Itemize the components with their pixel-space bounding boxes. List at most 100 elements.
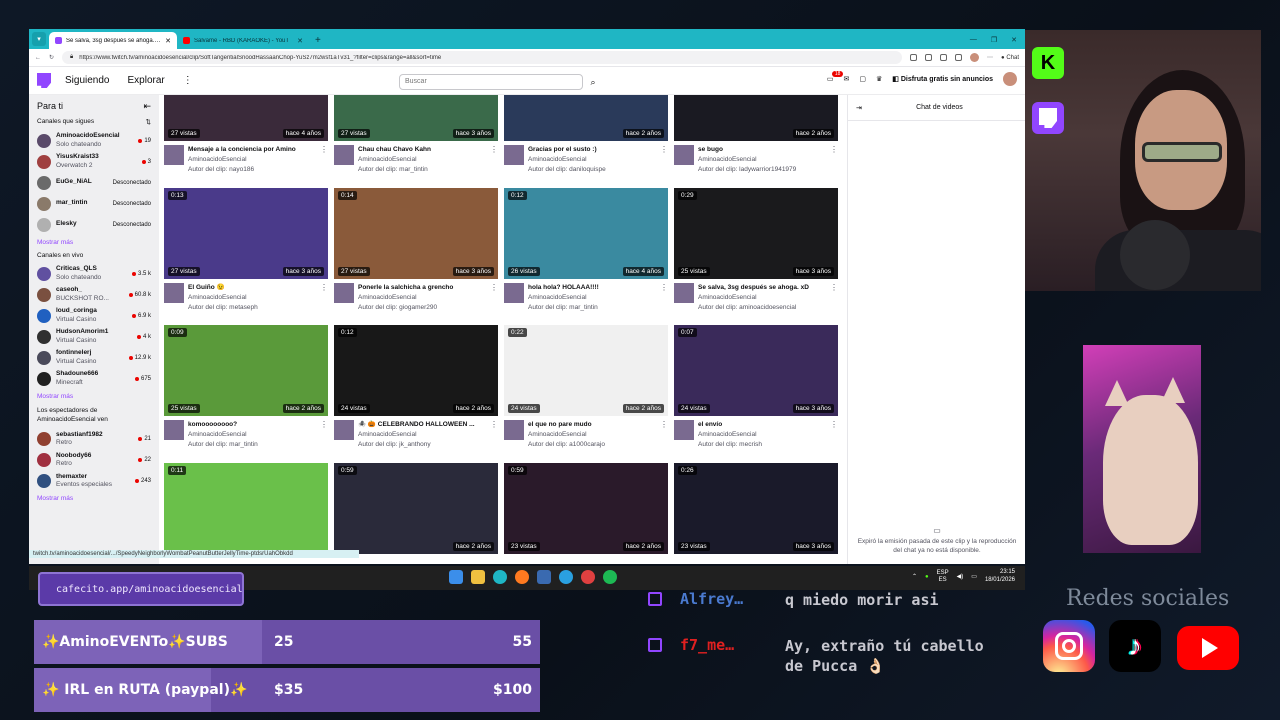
clip-card[interactable]: 0:12 24 vistas hace 2 años 🕷️ 🎃 CELEBRANDO …	[334, 325, 498, 449]
user-avatar[interactable]	[1003, 72, 1017, 86]
clip-card[interactable]: 0:22 24 vistas hace 2 años el que no pare m…	[504, 325, 668, 449]
tab-youtube[interactable]: Salvame - RBD (KARAOKE) - YouT ✕	[177, 32, 309, 49]
clip-game-avatar[interactable]	[674, 145, 694, 165]
search-input[interactable]: Buscar	[399, 74, 583, 90]
more-options-icon[interactable]: ⋯	[987, 54, 993, 61]
nav-browse[interactable]: Explorar	[127, 75, 164, 86]
clip-card[interactable]: 27 vistas hace 4 años Mensaje a la concien…	[164, 95, 328, 174]
twitch-logo-icon[interactable]	[37, 73, 51, 88]
clip-card[interactable]: 0:11	[164, 463, 328, 554]
clip-more-icon[interactable]: ⋮	[830, 283, 838, 312]
clip-more-icon[interactable]: ⋮	[490, 283, 498, 312]
clip-more-icon[interactable]: ⋮	[660, 145, 668, 174]
tab-menu-button[interactable]: ▾	[32, 32, 46, 46]
minimize-icon[interactable]: —	[970, 36, 977, 44]
clip-channel[interactable]: AminoacidoEsencial	[188, 293, 316, 303]
clip-title[interactable]: Chau chau Chavo Kahn	[358, 145, 486, 155]
clip-card[interactable]: 0:13 27 vistas hace 3 años El Guiño 😉 Aminoa…	[164, 188, 328, 312]
clip-game-avatar[interactable]	[504, 145, 524, 165]
clip-thumbnail[interactable]: 0:26 23 vistas hace 3 años	[674, 463, 838, 554]
clip-card[interactable]: hace 2 años Gracias por el susto :) Aminoa…	[504, 95, 668, 174]
sidebar-channel[interactable]: Noobody66 Retro 22	[37, 449, 151, 470]
clip-card[interactable]: 0:07 24 vistas hace 3 años el envío Aminoaci…	[674, 325, 838, 449]
clip-title[interactable]: el que no pare mudo	[528, 420, 656, 430]
sidebar-channel[interactable]: Shadoune666 Minecraft 675	[37, 368, 151, 389]
firefox-icon[interactable]	[515, 570, 529, 584]
clip-thumbnail[interactable]: hace 2 años	[674, 95, 838, 141]
clip-thumbnail[interactable]: 27 vistas hace 3 años	[334, 95, 498, 141]
clip-more-icon[interactable]: ⋮	[830, 420, 838, 449]
tray-chevron-icon[interactable]: ⌃	[912, 573, 917, 580]
edge-icon[interactable]	[493, 570, 507, 584]
clip-channel[interactable]: AminoacidoEsencial	[358, 293, 486, 303]
clip-more-icon[interactable]: ⋮	[490, 420, 498, 449]
sidebar-channel[interactable]: mar_tintin Desconectado	[37, 193, 151, 214]
spotify-icon[interactable]	[603, 570, 617, 584]
clip-title[interactable]: Se salva, 3sg después se ahoga. xD	[698, 283, 826, 293]
clip-channel[interactable]: AminoacidoEsencial	[188, 430, 316, 440]
clip-thumbnail[interactable]: 0:09 25 vistas hace 2 años	[164, 325, 328, 416]
clip-thumbnail[interactable]: 0:14 27 vistas hace 3 años	[334, 188, 498, 279]
sidebar-channel[interactable]: EuGe_NiAL Desconectado	[37, 172, 151, 193]
clip-more-icon[interactable]: ⋮	[320, 420, 328, 449]
clip-title[interactable]: Mensaje a la conciencia por Amino	[188, 145, 316, 155]
split-icon[interactable]	[940, 54, 948, 61]
file-explorer-icon[interactable]	[471, 570, 485, 584]
whispers-icon[interactable]: ✉	[843, 75, 849, 83]
notifications-icon[interactable]: ▭ 18	[827, 71, 844, 83]
clip-game-avatar[interactable]	[504, 420, 524, 440]
sidebar-channel[interactable]: YisusKraist33 Overwatch 2 3	[37, 151, 151, 172]
clip-thumbnail[interactable]: 0:13 27 vistas hace 3 años	[164, 188, 328, 279]
sidebar-channel[interactable]: HudsonAmorim1 Virtual Casino 4 k	[37, 326, 151, 347]
clip-channel[interactable]: AminoacidoEsencial	[698, 155, 826, 165]
close-window-icon[interactable]: ✕	[1011, 36, 1017, 44]
clip-more-icon[interactable]: ⋮	[660, 420, 668, 449]
show-more-link[interactable]: Mostrar más	[37, 393, 151, 400]
clip-card[interactable]: hace 2 años se bugo AminoacidoEsencial Auto…	[674, 95, 838, 174]
clip-card[interactable]: 0:14 27 vistas hace 3 años Ponerle la salch…	[334, 188, 498, 312]
new-tab-button[interactable]: +	[309, 35, 327, 49]
clip-channel[interactable]: AminoacidoEsencial	[528, 430, 656, 440]
clip-more-icon[interactable]: ⋮	[830, 145, 838, 174]
app-icon[interactable]	[537, 570, 551, 584]
collections-icon[interactable]	[955, 54, 963, 61]
clip-card[interactable]: 0:09 25 vistas hace 2 años komoooooooo? Amin…	[164, 325, 328, 449]
clip-card[interactable]: 0:29 25 vistas hace 3 años Se salva, 3sg de…	[674, 188, 838, 312]
close-tab-icon[interactable]: ✕	[165, 37, 171, 45]
sidebar-channel[interactable]: sebastianf1982 Retro 21	[37, 428, 151, 449]
clip-title[interactable]: se bugo	[698, 145, 826, 155]
search-icon[interactable]: ⌕	[585, 74, 601, 90]
clip-card[interactable]: 0:59 23 vistas hace 2 años	[504, 463, 668, 554]
battery-icon[interactable]: ▭	[971, 573, 977, 580]
clip-channel[interactable]: AminoacidoEsencial	[528, 293, 656, 303]
clip-thumbnail[interactable]: 0:12 24 vistas hace 2 años	[334, 325, 498, 416]
sidebar-channel[interactable]: AminoacidoEsencial Solo chateando 19	[37, 130, 151, 151]
clip-more-icon[interactable]: ⋮	[320, 283, 328, 312]
clip-channel[interactable]: AminoacidoEsencial	[528, 155, 656, 165]
clip-title[interactable]: Gracias por el susto :)	[528, 145, 656, 155]
show-more-link[interactable]: Mostrar más	[37, 239, 151, 246]
clip-title[interactable]: Ponerle la salchicha a grencho	[358, 283, 486, 293]
clip-game-avatar[interactable]	[334, 283, 354, 303]
sort-icon[interactable]: ⇅	[146, 118, 151, 126]
clip-channel[interactable]: AminoacidoEsencial	[358, 155, 486, 165]
copilot-icon[interactable]: ● Chat	[1001, 55, 1019, 61]
sidebar-channel[interactable]: fontinnelerj Virtual Casino 12.9 k	[37, 347, 151, 368]
clip-card[interactable]: 0:59 hace 2 años	[334, 463, 498, 554]
clip-title[interactable]: 🕷️ 🎃 CELEBRANDO HALLOWEEN ...	[358, 420, 486, 430]
clip-title[interactable]: el envío	[698, 420, 826, 430]
volume-icon[interactable]: ◀)	[957, 573, 964, 580]
clip-game-avatar[interactable]	[164, 283, 184, 303]
show-more-link[interactable]: Mostrar más	[37, 495, 151, 502]
sidebar-channel[interactable]: loud_coringa Virtual Casino 6.9 k	[37, 305, 151, 326]
clip-thumbnail[interactable]: 0:07 24 vistas hace 3 años	[674, 325, 838, 416]
extension-icon[interactable]	[925, 54, 933, 61]
clip-more-icon[interactable]: ⋮	[660, 283, 668, 312]
clip-card[interactable]: 27 vistas hace 3 años Chau chau Chavo Kahn…	[334, 95, 498, 174]
clip-title[interactable]: El Guiño 😉	[188, 283, 316, 293]
clip-more-icon[interactable]: ⋮	[320, 145, 328, 174]
clip-game-avatar[interactable]	[334, 145, 354, 165]
clock-time[interactable]: 23:15	[1000, 569, 1015, 575]
sidebar-channel[interactable]: themaxter Eventos especiales 243	[37, 470, 151, 491]
prime-button[interactable]: ◧ Disfruta gratis sin anuncios	[892, 75, 993, 83]
